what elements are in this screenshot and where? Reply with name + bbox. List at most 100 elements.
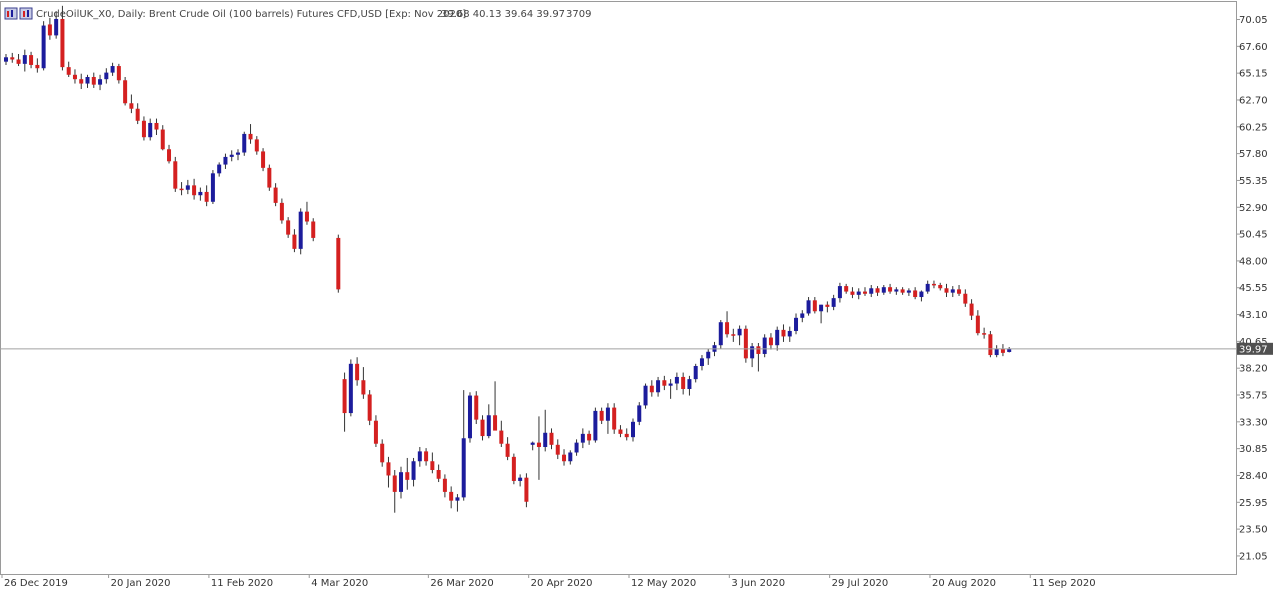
candle-body-bullish [674,376,679,384]
candle-body-bearish [292,234,297,249]
candle [123,76,128,106]
chart-volume-value: 3709 [566,9,591,20]
candle-body-bullish [750,346,755,359]
chart-ohlc-values: 39.68 40.13 39.64 39.97 [441,9,565,20]
time-tick-label: 26 Dec 2019 [4,578,68,589]
candle-body-bearish [311,221,316,238]
candle-body-bullish [4,57,8,62]
candle-body-bearish [862,291,867,294]
candle-body-bullish [217,164,222,174]
chart-window-icon-2[interactable] [19,7,33,20]
price-tick-label: 25.95 [1239,498,1268,509]
current-price-label: 39.97 [1239,344,1268,355]
candle [311,218,316,242]
price-tick-label: 30.85 [1239,444,1268,455]
candle-body-bullish [411,461,416,480]
candle-body-bearish [957,289,962,294]
candle-body-bullish [794,317,799,331]
candle [743,325,748,363]
candle-body-bearish [499,430,504,444]
candle [336,234,341,293]
candle-body-bullish [229,154,234,157]
time-tick-label: 11 Feb 2020 [211,578,273,589]
candle-body-bearish [392,475,397,492]
candle-body-bullish [950,289,955,293]
candle-body-bearish [405,472,410,480]
candle [762,334,767,358]
candle-body-bullish [994,348,999,356]
candle [348,359,353,417]
candle-body-bearish [975,315,980,334]
candle-body-bullish [837,286,842,299]
candle [261,148,266,172]
candle-body-bearish [599,410,604,421]
candle-body-bearish [79,79,84,84]
candle-body-bearish [173,161,178,189]
candle-body-bearish [649,385,654,393]
candle-body-bullish [593,410,598,441]
candle-body-bearish [286,220,291,235]
price-tick-label: 50.45 [1239,230,1268,241]
candle-body-bearish [875,288,880,293]
candle-body-bearish [888,287,893,292]
candle-body-bullish [54,18,59,36]
candle-body-bearish [367,394,372,421]
time-tick-label: 12 May 2020 [631,578,696,589]
price-tick-label: 35.75 [1239,391,1268,402]
candle-body-bullish [148,122,153,138]
candle-body-bearish [29,55,34,65]
price-tick-label: 45.55 [1239,283,1268,294]
candle-body-bullish [235,152,240,155]
candle-body-bearish [373,420,378,444]
candle-body-bearish [555,444,560,455]
candle-body-bearish [493,415,498,431]
candle-body-bearish [66,67,71,75]
candle-body-bullish [806,300,811,314]
chart-window-icon-2-bar-1 [23,11,25,17]
candle-body-bullish [869,288,874,294]
candle-body-bearish [424,451,429,462]
candle-body-bullish [543,432,548,448]
candle-body-bearish [47,24,52,36]
candle [511,453,516,485]
candle-body-bullish [467,395,472,439]
chart-canvas: CrudeOilUK_X0, Daily: Brent Crude Oil (1… [0,0,1280,595]
candle-body-bearish [662,380,667,386]
candle-body-bullish [298,211,303,249]
candle-body-bearish [743,328,748,359]
time-tick-label: 11 Sep 2020 [1032,578,1095,589]
candle-body-bearish [768,337,773,346]
candle-body-bearish [267,167,272,188]
price-tick-label: 48.00 [1239,256,1268,267]
candle-body-bullish [518,477,523,481]
candle-body-bearish [756,346,761,354]
candle-body-bearish [355,363,360,381]
candle-body-bullish [656,380,661,393]
candle-body-bearish [725,322,730,335]
candle-body-bullish [580,433,585,443]
candle-body-bearish [505,443,510,457]
candle-body-bearish [129,103,134,109]
price-tick-label: 52.90 [1239,203,1268,214]
candle-body-bearish [204,191,209,202]
candle [298,208,303,255]
candle-body-bearish [160,129,165,150]
price-tick-label: 55.35 [1239,176,1268,187]
candle-body-bearish [524,477,529,502]
candle-body-bearish [963,293,968,304]
candle-body-bullish [198,191,203,196]
price-tick-label: 43.10 [1239,310,1268,321]
candle-body-bearish [913,290,918,298]
candle-body-bearish [480,419,485,437]
candle-body-bearish [931,283,936,286]
candle-body-bullish [210,173,215,202]
candle-body-bearish [442,478,447,492]
time-tick-label: 3 Jun 2020 [731,578,785,589]
candle-body-bullish [643,385,648,406]
candle-body-bullish [223,156,228,165]
candle-body-bearish [254,139,259,152]
candle-body-bearish [35,64,40,69]
candle-body-bullish [718,322,723,346]
price-tick-label: 38.20 [1239,364,1268,375]
candle-body-bearish [430,461,435,470]
